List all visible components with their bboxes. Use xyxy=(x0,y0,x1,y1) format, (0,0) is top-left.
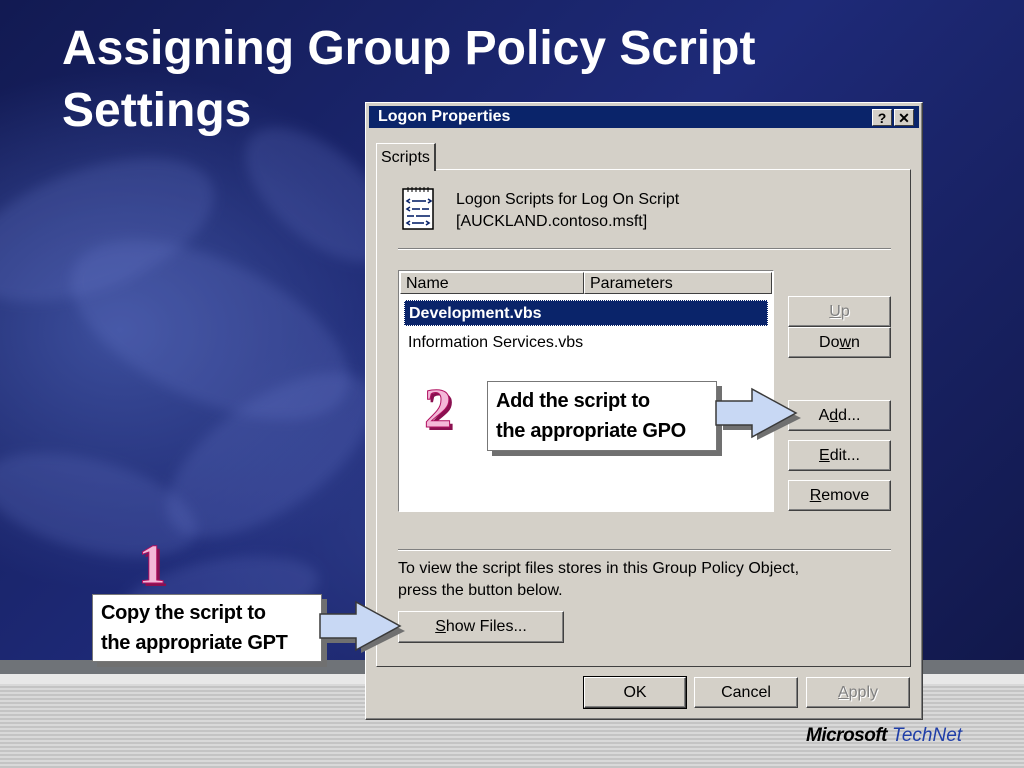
step-1-line1: Copy the script to xyxy=(101,602,266,624)
info-line2: press the button below. xyxy=(398,582,563,599)
cancel-button[interactable]: Cancel xyxy=(694,677,798,708)
column-header-name[interactable]: Name xyxy=(400,272,584,294)
ok-button[interactable]: OK xyxy=(583,676,687,709)
help-button[interactable]: ? xyxy=(872,109,892,126)
header-line1: Logon Scripts for Log On Script xyxy=(456,191,680,208)
logo-technet: TechNet xyxy=(892,725,963,746)
step-1-line2: the appropriate GPT xyxy=(101,632,288,654)
column-header-parameters[interactable]: Parameters xyxy=(584,272,772,294)
step-2-line2: the appropriate GPO xyxy=(496,420,686,442)
apply-button[interactable]: Apply xyxy=(806,677,910,708)
microsoft-technet-logo: Microsoft TechNet xyxy=(806,725,962,747)
remove-button[interactable]: Remove xyxy=(788,480,891,511)
show-files-button[interactable]: Show Files... xyxy=(398,611,564,643)
info-line1: To view the script files stores in this … xyxy=(398,560,800,577)
step-1-arrow xyxy=(319,600,405,653)
step-2-line1: Add the script to xyxy=(496,390,650,412)
list-item-information-services[interactable]: Information Services.vbs xyxy=(404,330,768,356)
step-2-number: 2 xyxy=(424,378,453,440)
tab-scripts[interactable]: Scripts xyxy=(376,143,436,171)
step-2-callout: Add the script to the appropriate GPO xyxy=(487,381,717,451)
up-button[interactable]: Up xyxy=(788,296,891,327)
slide-title-line1: Assigning Group Policy Script xyxy=(62,22,756,75)
script-header-text: Logon Scripts for Log On Script [AUCKLAN… xyxy=(456,189,679,233)
close-button[interactable]: ✕ xyxy=(894,109,914,126)
separator-bottom xyxy=(398,549,891,551)
script-document-icon xyxy=(402,187,434,230)
logo-microsoft: Microsoft xyxy=(806,725,888,746)
down-button[interactable]: Down xyxy=(788,327,891,358)
dialog-title: Logon Properties xyxy=(378,108,511,125)
separator-top xyxy=(398,248,891,250)
dialog-titlebar[interactable]: Logon Properties ? ✕ xyxy=(369,106,919,128)
list-item-development[interactable]: Development.vbs xyxy=(404,300,768,326)
step-1-callout: Copy the script to the appropriate GPT xyxy=(92,594,322,662)
header-line2: [AUCKLAND.contoso.msft] xyxy=(456,213,648,230)
show-files-info: To view the script files stores in this … xyxy=(398,558,799,602)
step-1-number: 1 xyxy=(138,534,167,596)
step-2-arrow xyxy=(715,387,801,440)
